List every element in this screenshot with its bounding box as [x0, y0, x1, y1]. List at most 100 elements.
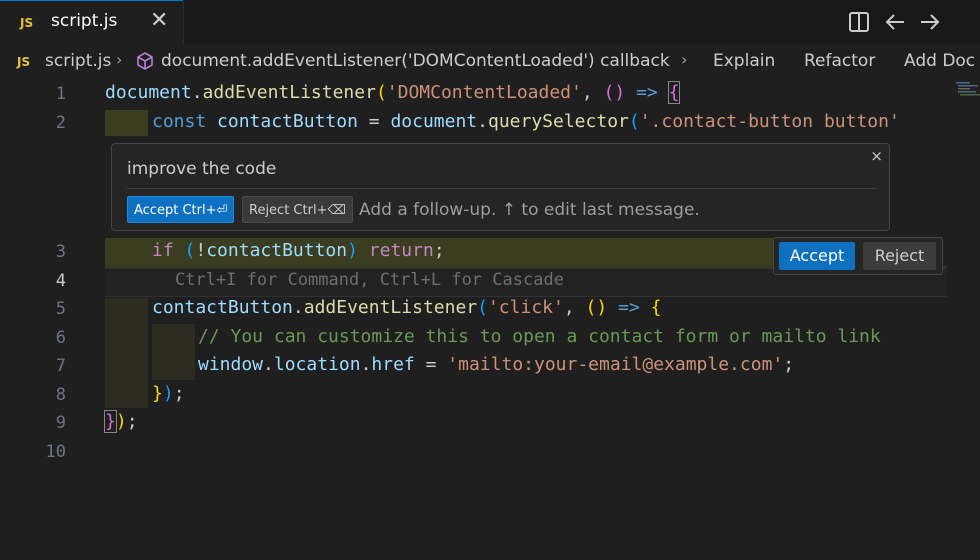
token: .	[477, 111, 488, 132]
followup-input[interactable]: Add a follow-up. ↑ to edit last message.	[359, 200, 700, 220]
token: (	[375, 82, 387, 103]
minimap[interactable]	[948, 80, 980, 560]
token: document	[105, 82, 192, 103]
token: }	[152, 383, 163, 404]
token: contactButton	[206, 240, 348, 261]
token: )	[162, 383, 174, 404]
line-number: 1	[55, 84, 66, 104]
token: (	[628, 111, 640, 132]
tab-bar: JS script.js ✕	[0, 0, 980, 44]
tab-script-js[interactable]: JS script.js ✕	[0, 0, 184, 44]
code-line[interactable]: });	[152, 383, 185, 404]
token: =	[357, 111, 391, 132]
code-line[interactable]: const contactButton = document.querySele…	[152, 111, 900, 132]
token: 'DOMContentLoaded'	[386, 82, 582, 103]
diff-action-bar: Accept Reject	[773, 237, 943, 275]
close-icon[interactable]: ×	[870, 147, 883, 165]
token: ;	[433, 240, 445, 261]
token: const	[152, 111, 207, 132]
token: =	[414, 354, 448, 375]
token: contactButton	[152, 297, 293, 318]
token: href	[371, 354, 415, 375]
line-number: 10	[45, 442, 66, 462]
line-number: 8	[55, 385, 66, 405]
token: ;	[783, 354, 795, 375]
token: window	[198, 354, 264, 375]
editor-title-actions	[849, 0, 980, 44]
reject-button[interactable]: Reject	[863, 242, 936, 270]
line-number: 4	[55, 271, 66, 291]
close-tab-icon[interactable]: ✕	[150, 8, 168, 33]
token: ;	[126, 411, 138, 432]
code-line[interactable]: window.location.href = 'mailto:your-emai…	[198, 354, 794, 375]
indent-guide	[105, 298, 148, 408]
token: )	[115, 411, 127, 432]
token: location	[273, 354, 361, 375]
token: .	[292, 297, 304, 318]
code-line[interactable]: document.addEventListener('DOMContentLoa…	[105, 81, 681, 104]
token: '.contact-button button'	[639, 111, 900, 132]
code-comment[interactable]: // You can customize this to open a cont…	[198, 326, 881, 347]
line-number: 6	[55, 328, 66, 348]
accept-all-button[interactable]: Accept Ctrl+⏎	[127, 196, 235, 223]
breadcrumb-file[interactable]: script.js	[45, 51, 111, 71]
token: .	[360, 354, 372, 375]
chat-prompt[interactable]: improve the code	[127, 159, 276, 179]
ghost-hint-text: Ctrl+I for Command, Ctrl+L for Cascade	[175, 270, 564, 290]
token: =>	[625, 82, 669, 103]
indent-guide	[152, 324, 195, 380]
diff-highlight	[105, 110, 148, 136]
tab-label: script.js	[51, 11, 118, 31]
go-forward-icon[interactable]	[918, 10, 942, 34]
token: addEventListener	[303, 297, 478, 318]
token: (	[477, 297, 488, 318]
token: contactButton	[217, 111, 358, 132]
inline-chat-widget: improve the code × Accept Ctrl+⏎ Reject …	[111, 143, 890, 231]
split-editor-icon[interactable]	[847, 10, 871, 34]
go-back-icon[interactable]	[883, 10, 907, 34]
breadcrumb-js-icon: JS	[17, 55, 31, 69]
reject-all-button[interactable]: Reject Ctrl+⌫	[242, 196, 353, 223]
token: ()	[603, 82, 626, 103]
chevron-right-icon: ›	[681, 50, 688, 69]
explain-action[interactable]: Explain	[713, 51, 775, 71]
javascript-file-icon: JS	[20, 16, 34, 30]
accept-button[interactable]: Accept	[779, 242, 855, 270]
token: 'mailto:your-email@example.com'	[447, 354, 784, 375]
token: {	[667, 81, 681, 104]
token: document	[390, 111, 478, 132]
line-number: 7	[55, 356, 66, 376]
code-line[interactable]: if (!contactButton) return;	[152, 240, 445, 261]
code-line[interactable]: contactButton.addEventListener('click', …	[152, 297, 661, 318]
token: addEventListener	[202, 82, 376, 103]
token: .	[263, 354, 274, 375]
token: ;	[173, 383, 185, 404]
line-number: 5	[55, 299, 66, 319]
token: return	[368, 240, 434, 261]
breadcrumb-symbol[interactable]: document.addEventListener('DOMContentLoa…	[161, 51, 670, 71]
token: ()	[585, 297, 608, 318]
token: 'click'	[487, 297, 564, 318]
token: ,	[581, 82, 604, 103]
line-number: 2	[55, 113, 66, 133]
add-doc-action[interactable]: Add Doc	[904, 51, 975, 71]
token: (	[184, 240, 196, 261]
token: ,	[563, 297, 586, 318]
token: !	[195, 240, 207, 261]
token: if	[152, 240, 174, 261]
refactor-action[interactable]: Refactor	[804, 51, 875, 71]
line-number: 3	[55, 242, 66, 262]
token: =>	[607, 297, 651, 318]
token: }	[104, 410, 117, 433]
token: .	[191, 82, 203, 103]
divider	[127, 188, 877, 189]
code-line[interactable]: });	[104, 410, 138, 433]
breadcrumb: JS script.js › document.addEventListener…	[0, 44, 980, 80]
token: {	[650, 297, 662, 318]
active-tab-indicator	[0, 0, 183, 1]
token: querySelector	[487, 111, 629, 132]
token: )	[347, 240, 358, 261]
symbol-method-icon	[136, 52, 154, 75]
